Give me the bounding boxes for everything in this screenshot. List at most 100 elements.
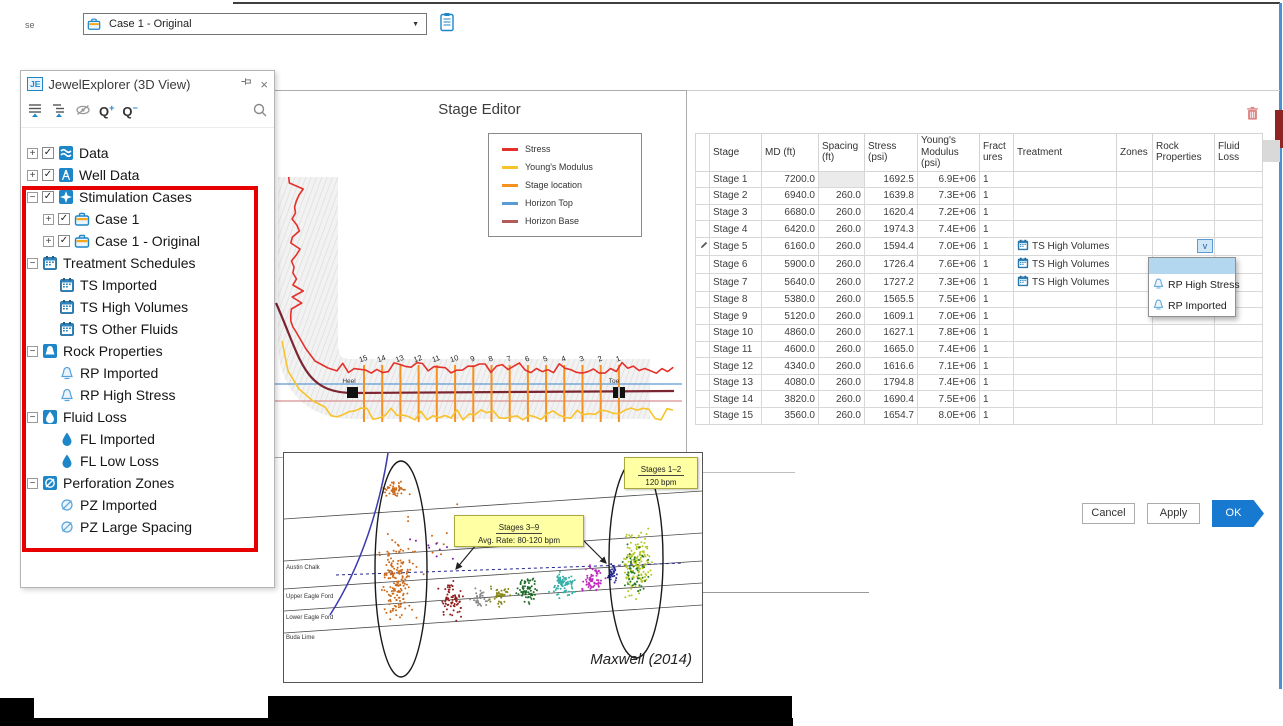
youngs-modulus-cell[interactable]: 7.4E+06 bbox=[918, 374, 980, 391]
md-cell[interactable]: 6940.0 bbox=[762, 188, 819, 205]
fractures-cell[interactable]: 1 bbox=[980, 308, 1014, 325]
tree-item-fluid-loss[interactable]: −Fluid Loss bbox=[21, 406, 274, 428]
stress-cell[interactable]: 1565.5 bbox=[865, 291, 918, 308]
youngs-modulus-cell[interactable]: 7.2E+06 bbox=[918, 204, 980, 221]
tree-item-ts-imported[interactable]: TS Imported bbox=[21, 274, 274, 296]
stage-cell[interactable]: Stage 8 bbox=[710, 291, 762, 308]
tree-item-well-data[interactable]: +✓Well Data bbox=[21, 164, 274, 186]
expander-icon[interactable]: − bbox=[27, 478, 38, 489]
zoom-in-q-icon[interactable]: Q+ bbox=[99, 103, 114, 121]
rock-properties-cell[interactable]: v bbox=[1153, 237, 1215, 255]
md-cell[interactable]: 5380.0 bbox=[762, 291, 819, 308]
md-cell[interactable]: 6420.0 bbox=[762, 221, 819, 238]
expander-icon[interactable]: + bbox=[27, 170, 38, 181]
rock-properties-cell[interactable] bbox=[1153, 204, 1215, 221]
column-header[interactable]: Young's Modulus (psi) bbox=[918, 134, 980, 172]
spacing-cell[interactable]: 260.0 bbox=[819, 408, 865, 425]
spacing-cell[interactable]: 260.0 bbox=[819, 358, 865, 375]
dropdown-option[interactable]: RP Imported bbox=[1149, 295, 1235, 316]
fractures-cell[interactable]: 1 bbox=[980, 291, 1014, 308]
zones-cell[interactable] bbox=[1117, 325, 1153, 342]
fluid-loss-cell[interactable] bbox=[1215, 221, 1263, 238]
spacing-cell[interactable]: 260.0 bbox=[819, 308, 865, 325]
hide-icon[interactable] bbox=[75, 102, 91, 123]
expander-icon[interactable]: − bbox=[27, 346, 38, 357]
fractures-cell[interactable]: 1 bbox=[980, 273, 1014, 291]
rock-properties-cell[interactable] bbox=[1153, 374, 1215, 391]
tree-item-fl-imported[interactable]: FL Imported bbox=[21, 428, 274, 450]
column-header[interactable]: Treatment bbox=[1014, 134, 1117, 172]
stage-cell[interactable]: Stage 11 bbox=[710, 341, 762, 358]
tree-item-fl-low-loss[interactable]: FL Low Loss bbox=[21, 450, 274, 472]
fluid-loss-cell[interactable] bbox=[1215, 341, 1263, 358]
stress-cell[interactable]: 1639.8 bbox=[865, 188, 918, 205]
youngs-modulus-cell[interactable]: 7.3E+06 bbox=[918, 188, 980, 205]
tree-item-ts-other-fluids[interactable]: TS Other Fluids bbox=[21, 318, 274, 340]
close-icon[interactable]: × bbox=[260, 77, 268, 92]
column-header[interactable]: Spacing (ft) bbox=[819, 134, 865, 172]
stress-cell[interactable]: 1692.5 bbox=[865, 171, 918, 188]
spacing-cell[interactable]: 260.0 bbox=[819, 325, 865, 342]
stage-cell[interactable]: Stage 4 bbox=[710, 221, 762, 238]
youngs-modulus-cell[interactable]: 7.5E+06 bbox=[918, 291, 980, 308]
checkbox[interactable]: ✓ bbox=[42, 191, 54, 203]
tree-item-stimulation-cases[interactable]: −✓Stimulation Cases bbox=[21, 186, 274, 208]
md-cell[interactable]: 3820.0 bbox=[762, 391, 819, 408]
column-header[interactable]: Zones bbox=[1117, 134, 1153, 172]
spacing-cell[interactable]: 260.0 bbox=[819, 255, 865, 273]
spacing-cell[interactable]: 260.0 bbox=[819, 204, 865, 221]
fluid-loss-cell[interactable] bbox=[1215, 358, 1263, 375]
dropdown-empty-option[interactable] bbox=[1149, 258, 1235, 274]
ok-button[interactable]: OK bbox=[1212, 500, 1264, 527]
rock-properties-cell[interactable] bbox=[1153, 341, 1215, 358]
md-cell[interactable]: 5640.0 bbox=[762, 273, 819, 291]
zoom-out-q-icon[interactable]: Q− bbox=[122, 103, 137, 121]
stage-cell[interactable]: Stage 1 bbox=[710, 171, 762, 188]
stress-cell[interactable]: 1726.4 bbox=[865, 255, 918, 273]
expander-icon[interactable]: − bbox=[27, 192, 38, 203]
stage-cell[interactable]: Stage 10 bbox=[710, 325, 762, 342]
md-cell[interactable]: 3560.0 bbox=[762, 408, 819, 425]
treatment-cell[interactable] bbox=[1014, 341, 1117, 358]
column-header[interactable]: Stress (psi) bbox=[865, 134, 918, 172]
stress-cell[interactable]: 1616.6 bbox=[865, 358, 918, 375]
fractures-cell[interactable]: 1 bbox=[980, 408, 1014, 425]
youngs-modulus-cell[interactable]: 7.3E+06 bbox=[918, 273, 980, 291]
table-row[interactable]: Stage 134080.0260.01794.87.4E+061 bbox=[696, 374, 1263, 391]
dropdown-arrow-icon[interactable]: ▼ bbox=[412, 21, 419, 28]
treatment-cell[interactable] bbox=[1014, 391, 1117, 408]
case-selector[interactable]: Case 1 - Original ▼ bbox=[83, 13, 427, 35]
column-header[interactable]: Stage bbox=[710, 134, 762, 172]
stage-cell[interactable]: Stage 9 bbox=[710, 308, 762, 325]
zones-cell[interactable] bbox=[1117, 237, 1153, 255]
stress-cell[interactable]: 1594.4 bbox=[865, 237, 918, 255]
spacing-cell[interactable]: 260.0 bbox=[819, 374, 865, 391]
youngs-modulus-cell[interactable]: 8.0E+06 bbox=[918, 408, 980, 425]
md-cell[interactable]: 6160.0 bbox=[762, 237, 819, 255]
spacing-cell[interactable]: 260.0 bbox=[819, 391, 865, 408]
clipboard-icon[interactable] bbox=[437, 12, 457, 37]
stress-cell[interactable]: 1794.8 bbox=[865, 374, 918, 391]
md-cell[interactable]: 4340.0 bbox=[762, 358, 819, 375]
treatment-cell[interactable]: TS High Volumes bbox=[1014, 237, 1117, 255]
spacing-cell[interactable]: 260.0 bbox=[819, 237, 865, 255]
table-row[interactable]: Stage 17200.01692.56.9E+061 bbox=[696, 171, 1263, 188]
md-cell[interactable]: 4080.0 bbox=[762, 374, 819, 391]
rock-properties-dropdown-button[interactable]: v bbox=[1197, 239, 1213, 253]
column-header[interactable]: Fluid Loss bbox=[1215, 134, 1263, 172]
rock-properties-cell[interactable] bbox=[1153, 325, 1215, 342]
stress-cell[interactable]: 1727.2 bbox=[865, 273, 918, 291]
youngs-modulus-cell[interactable]: 7.4E+06 bbox=[918, 221, 980, 238]
treatment-cell[interactable]: TS High Volumes bbox=[1014, 273, 1117, 291]
fluid-loss-cell[interactable] bbox=[1215, 204, 1263, 221]
treatment-cell[interactable] bbox=[1014, 188, 1117, 205]
zones-cell[interactable] bbox=[1117, 204, 1153, 221]
md-cell[interactable]: 7200.0 bbox=[762, 171, 819, 188]
treatment-cell[interactable] bbox=[1014, 325, 1117, 342]
treatment-cell[interactable] bbox=[1014, 204, 1117, 221]
treatment-cell[interactable] bbox=[1014, 291, 1117, 308]
treatment-cell[interactable] bbox=[1014, 171, 1117, 188]
checkbox[interactable]: ✓ bbox=[58, 235, 70, 247]
fluid-loss-cell[interactable] bbox=[1215, 325, 1263, 342]
stress-cell[interactable]: 1654.7 bbox=[865, 408, 918, 425]
